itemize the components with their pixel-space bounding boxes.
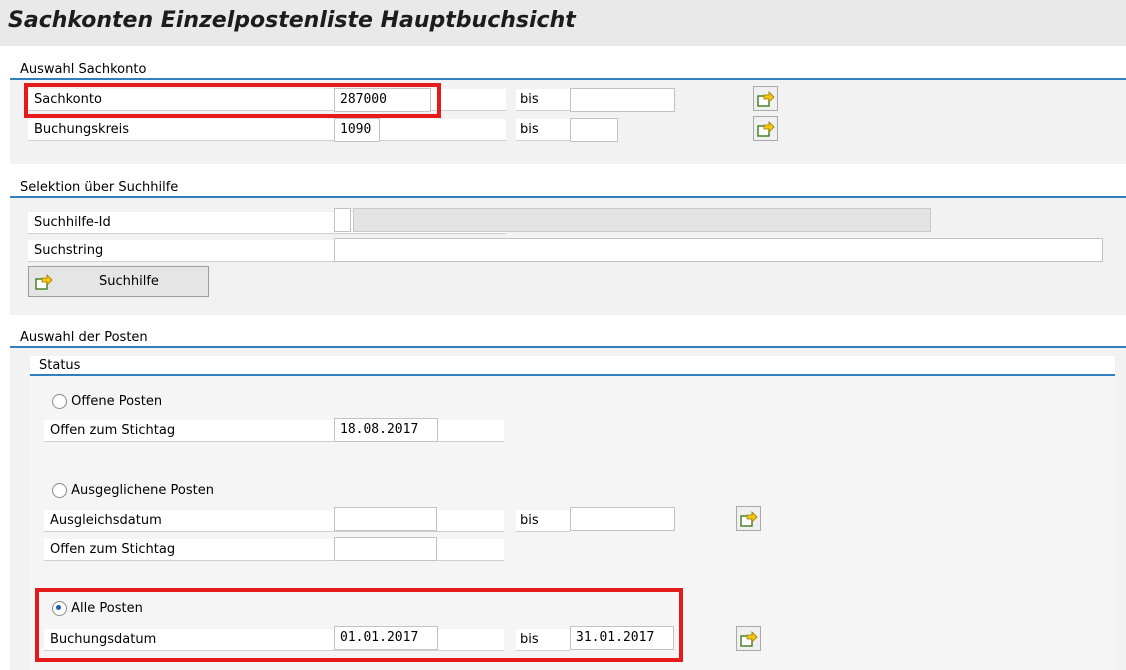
buchungsdatum-to-input[interactable]: 31.01.2017 bbox=[570, 626, 674, 650]
buchungskreis-to-input[interactable] bbox=[570, 118, 618, 142]
suchhilfe-id-description bbox=[353, 208, 931, 232]
buchungskreis-row: Buchungskreis bbox=[28, 119, 506, 141]
cleared-offen-stichtag-label: Offen zum Stichtag bbox=[50, 542, 176, 557]
buchungskreis-from-input[interactable]: 1090 bbox=[334, 118, 380, 142]
ausgeglichene-posten-label: Ausgeglichene Posten bbox=[71, 483, 214, 498]
alle-posten-label: Alle Posten bbox=[71, 601, 143, 616]
sachkonto-bis-label: bis bbox=[516, 89, 570, 111]
ausgleichsdatum-bis-label: bis bbox=[516, 510, 570, 532]
suchhilfe-button-label: Suchhilfe bbox=[99, 274, 159, 289]
sachkonto-from-input[interactable]: 287000 bbox=[334, 88, 431, 112]
multiple-selection-icon bbox=[739, 510, 758, 527]
sachkonto-multiple-selection-button[interactable] bbox=[753, 86, 778, 111]
page-title: Sachkonten Einzelpostenliste Hauptbuchsi… bbox=[8, 8, 576, 33]
cleared-offen-stichtag-input[interactable] bbox=[334, 537, 437, 561]
multiple-selection-icon bbox=[756, 120, 775, 137]
buchungsdatum-multiple-selection-button[interactable] bbox=[736, 626, 761, 651]
buchungsdatum-from-input[interactable]: 01.01.2017 bbox=[334, 626, 438, 650]
suchhilfe-id-label: Suchhilfe-Id bbox=[34, 215, 111, 230]
status-subgroup-header: Status bbox=[30, 356, 1115, 376]
ausgleichsdatum-from-input[interactable] bbox=[334, 507, 437, 531]
account-group-header: Auswahl Sachkonto bbox=[10, 60, 1126, 80]
suchhilfe-button[interactable]: Suchhilfe bbox=[28, 266, 209, 297]
radio-button[interactable] bbox=[52, 601, 67, 616]
sachkonto-to-input[interactable] bbox=[570, 88, 675, 112]
sachkonto-row: Sachkonto bbox=[28, 89, 506, 111]
ausgleichsdatum-to-input[interactable] bbox=[570, 507, 675, 531]
offen-stichtag-label: Offen zum Stichtag bbox=[50, 423, 176, 438]
searchhelp-group-header: Selektion über Suchhilfe bbox=[10, 178, 1126, 198]
buchungsdatum-bis-label: bis bbox=[516, 629, 570, 651]
multiple-selection-icon bbox=[739, 630, 758, 647]
buchungskreis-bis-label: bis bbox=[516, 119, 570, 141]
ausgeglichene-posten-radio[interactable]: Ausgeglichene Posten bbox=[52, 482, 214, 500]
sachkonto-label: Sachkonto bbox=[34, 92, 102, 107]
offene-posten-label: Offene Posten bbox=[71, 394, 163, 409]
ausgleichsdatum-label: Ausgleichsdatum bbox=[50, 513, 162, 528]
radio-button[interactable] bbox=[52, 483, 67, 498]
suchstring-label: Suchstring bbox=[34, 243, 104, 258]
alle-posten-radio[interactable]: Alle Posten bbox=[52, 600, 143, 618]
offene-posten-radio[interactable]: Offene Posten bbox=[52, 393, 162, 411]
buchungsdatum-label: Buchungsdatum bbox=[50, 632, 157, 647]
multiple-selection-icon bbox=[35, 273, 53, 290]
multiple-selection-icon bbox=[756, 90, 775, 107]
suchstring-input[interactable] bbox=[334, 238, 1103, 262]
suchhilfe-id-input[interactable] bbox=[334, 208, 351, 232]
ausgleichsdatum-multiple-selection-button[interactable] bbox=[736, 506, 761, 531]
buchungskreis-multiple-selection-button[interactable] bbox=[753, 116, 778, 141]
radio-button[interactable] bbox=[52, 394, 67, 409]
items-group-header: Auswahl der Posten bbox=[10, 328, 1126, 348]
buchungskreis-label: Buchungskreis bbox=[34, 122, 130, 137]
offen-stichtag-input[interactable]: 18.08.2017 bbox=[334, 418, 438, 442]
